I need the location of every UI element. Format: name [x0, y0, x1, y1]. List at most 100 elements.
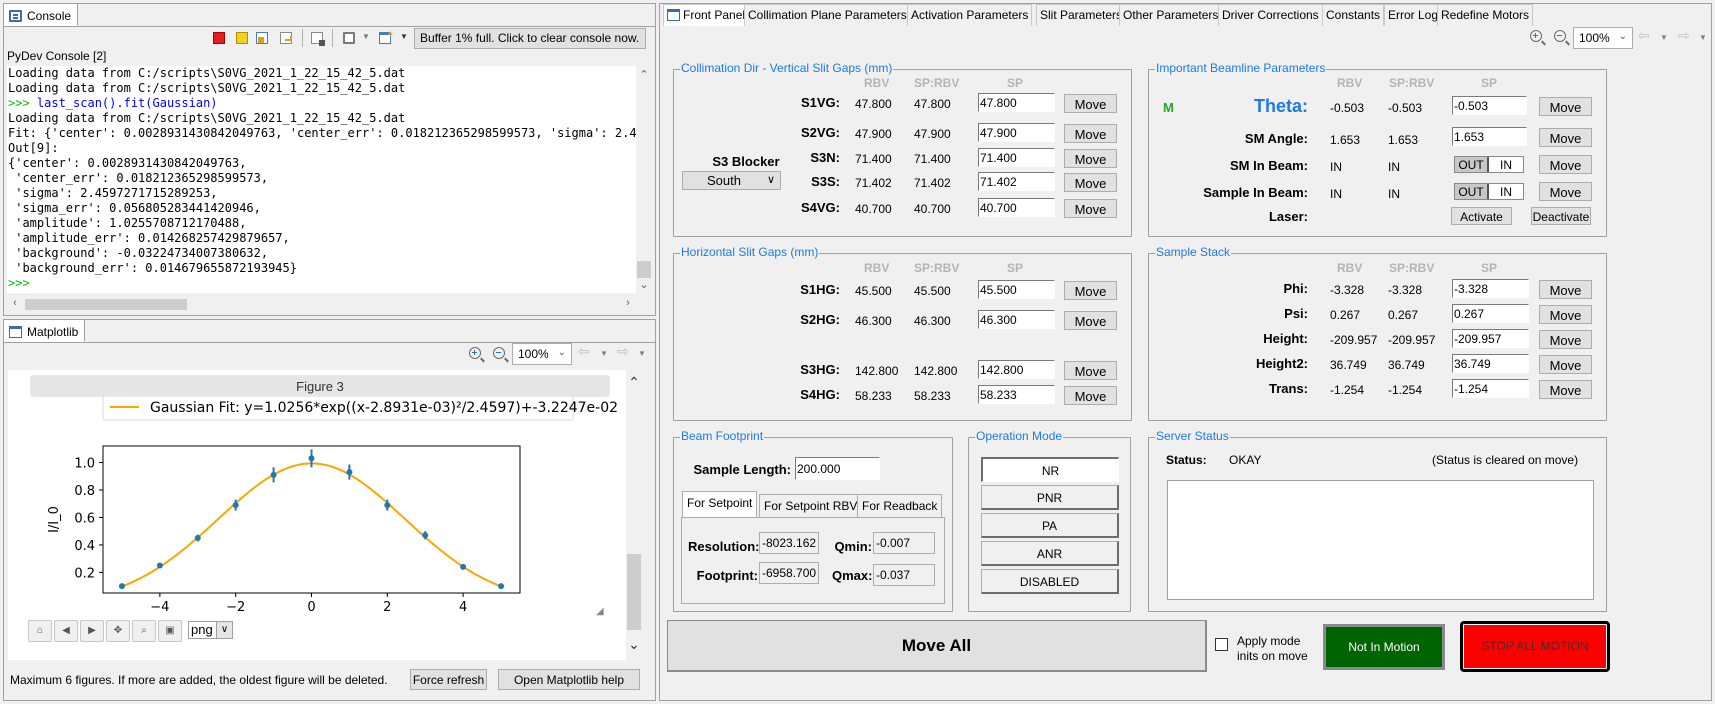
- sm-in-beam-toggle[interactable]: OUT IN: [1454, 156, 1524, 173]
- scroll-up-icon[interactable]: ⌃: [636, 68, 652, 81]
- s3hg-move-button[interactable]: Move: [1064, 361, 1117, 380]
- s1vg-move-button[interactable]: Move: [1064, 94, 1117, 113]
- s4hg-sp-input[interactable]: [978, 385, 1055, 404]
- move-all-button[interactable]: Move All: [667, 620, 1207, 672]
- s2vg-sp-input[interactable]: [978, 123, 1055, 142]
- tab-for-setpoint-rbv[interactable]: For Setpoint RBV: [759, 494, 863, 517]
- theta-sp-input[interactable]: [1452, 96, 1527, 115]
- psi-sp-input[interactable]: [1452, 304, 1529, 323]
- save-icon[interactable]: ▣: [158, 620, 182, 642]
- clear-buffer-button[interactable]: Buffer 1% full. Click to clear console n…: [414, 28, 646, 49]
- home-icon[interactable]: ⌂: [28, 620, 52, 642]
- resize-grip-icon[interactable]: ◢: [596, 606, 604, 617]
- back-icon[interactable]: ◀: [54, 620, 78, 642]
- scroll-left-icon[interactable]: ‹: [7, 297, 23, 309]
- psi-move-button[interactable]: Move: [1539, 305, 1592, 324]
- scroll-down-icon[interactable]: ⌄: [636, 278, 652, 291]
- console-output[interactable]: Loading data from C:/scripts\S0VG_2021_1…: [7, 66, 636, 293]
- sm-angle-move-button[interactable]: Move: [1539, 128, 1592, 147]
- toggle-in[interactable]: IN: [1489, 184, 1523, 199]
- tab-front-panel[interactable]: Front Panel: [663, 4, 750, 26]
- trans-sp-input[interactable]: [1452, 379, 1529, 398]
- forward-arrow-icon[interactable]: ⇨: [1678, 27, 1690, 44]
- tab-error-log[interactable]: Error Log: [1384, 4, 1443, 26]
- trans-move-button[interactable]: Move: [1539, 380, 1592, 399]
- tab-collimation-plane-parameters[interactable]: Collimation Plane Parameters: [744, 4, 911, 26]
- open-console-icon[interactable]: ✦: [379, 29, 394, 44]
- laser-deactivate-button[interactable]: Deactivate: [1531, 207, 1591, 225]
- chevron-down-icon[interactable]: ▼: [362, 32, 370, 41]
- s2hg-sp-input[interactable]: [978, 310, 1055, 329]
- console-hscrollbar[interactable]: ‹ ›: [7, 296, 636, 312]
- chevron-down-icon[interactable]: ▼: [638, 349, 646, 358]
- zoom-in-icon[interactable]: [1530, 30, 1542, 42]
- figure-vscrollbar[interactable]: ⌃ ⌄: [626, 370, 642, 662]
- scroll-up-icon[interactable]: ⌃: [626, 374, 642, 391]
- tab-driver-corrections[interactable]: Driver Corrections: [1218, 4, 1323, 26]
- sample-length-input[interactable]: [795, 457, 880, 480]
- height2-sp-input[interactable]: [1452, 354, 1529, 373]
- tab-activation-parameters[interactable]: Activation Parameters: [907, 4, 1033, 26]
- zoom-out-icon[interactable]: [1554, 30, 1566, 42]
- s3hg-sp-input[interactable]: [978, 360, 1055, 379]
- display-selected-console-icon[interactable]: [343, 32, 355, 44]
- back-arrow-icon[interactable]: ⇦: [1638, 27, 1650, 44]
- tab-constants[interactable]: Constants: [1322, 4, 1385, 26]
- tab-for-readback[interactable]: For Readback: [857, 494, 943, 517]
- pan-icon[interactable]: ✥: [106, 620, 130, 642]
- s2vg-move-button[interactable]: Move: [1064, 124, 1117, 143]
- s4vg-sp-input[interactable]: [978, 198, 1055, 217]
- tab-other-parameters[interactable]: Other Parameters: [1119, 4, 1223, 26]
- s4vg-move-button[interactable]: Move: [1064, 199, 1117, 218]
- tab-for-setpoint[interactable]: For Setpoint: [682, 491, 758, 517]
- format-select[interactable]: png ∨: [188, 621, 233, 639]
- theta-move-button[interactable]: Move: [1539, 97, 1592, 116]
- back-arrow-icon[interactable]: ⇦: [578, 343, 590, 360]
- matplotlib-tab[interactable]: Matplotlib: [4, 320, 86, 342]
- phi-move-button[interactable]: Move: [1539, 280, 1592, 299]
- tab-redefine-motors[interactable]: Redefine Motors: [1437, 4, 1534, 26]
- console-tab[interactable]: Console: [4, 4, 79, 26]
- chevron-down-icon[interactable]: ▼: [400, 32, 408, 41]
- open-matplotlib-help-button[interactable]: Open Matplotlib help: [498, 669, 640, 690]
- s1vg-sp-input[interactable]: [978, 93, 1055, 112]
- zoom-rect-icon[interactable]: ⌕: [132, 620, 156, 642]
- sample-in-beam-toggle[interactable]: OUT IN: [1454, 183, 1524, 200]
- sm-angle-sp-input[interactable]: [1452, 127, 1527, 146]
- s4hg-move-button[interactable]: Move: [1064, 386, 1117, 405]
- zoom-out-icon[interactable]: [493, 347, 505, 359]
- sample-in-beam-move-button[interactable]: Move: [1539, 182, 1592, 201]
- mode-pa-button[interactable]: PA: [981, 513, 1119, 538]
- s1hg-move-button[interactable]: Move: [1064, 281, 1117, 300]
- s1hg-sp-input[interactable]: [978, 280, 1055, 299]
- zoom-in-icon[interactable]: [469, 347, 481, 359]
- s3s-move-button[interactable]: Move: [1064, 173, 1117, 192]
- s3n-sp-input[interactable]: [978, 148, 1055, 167]
- word-wrap-icon[interactable]: [280, 32, 292, 44]
- chevron-down-icon[interactable]: ▼: [1699, 33, 1707, 42]
- mode-nr-button[interactable]: NR: [981, 457, 1119, 482]
- tab-slit-parameters[interactable]: Slit Parameters: [1036, 4, 1127, 26]
- height-move-button[interactable]: Move: [1539, 330, 1592, 349]
- pin-console-icon[interactable]: [256, 32, 268, 44]
- s3n-move-button[interactable]: Move: [1064, 149, 1117, 168]
- stop-all-motion-button[interactable]: STOP ALL MOTION: [1460, 621, 1610, 672]
- force-refresh-button[interactable]: Force refresh: [410, 669, 487, 690]
- scroll-right-icon[interactable]: ›: [620, 297, 636, 309]
- apply-mode-inits-checkbox[interactable]: [1215, 638, 1228, 651]
- scroll-thumb[interactable]: [25, 299, 187, 310]
- sm-in-beam-move-button[interactable]: Move: [1539, 155, 1592, 174]
- scroll-thumb[interactable]: [627, 554, 641, 630]
- toggle-in[interactable]: IN: [1489, 157, 1523, 172]
- chevron-down-icon[interactable]: ▼: [600, 349, 608, 358]
- forward-icon[interactable]: ▶: [80, 620, 104, 642]
- scroll-thumb[interactable]: [637, 261, 651, 278]
- toggle-out[interactable]: OUT: [1455, 184, 1489, 199]
- height2-move-button[interactable]: Move: [1539, 355, 1592, 374]
- mode-disabled-button[interactable]: DISABLED: [981, 569, 1119, 594]
- mode-pnr-button[interactable]: PNR: [981, 485, 1119, 510]
- console-vscrollbar[interactable]: ⌃ ⌄: [636, 66, 652, 295]
- height-sp-input[interactable]: [1452, 329, 1529, 348]
- laser-activate-button[interactable]: Activate: [1451, 207, 1512, 225]
- forward-arrow-icon[interactable]: ⇨: [617, 343, 629, 360]
